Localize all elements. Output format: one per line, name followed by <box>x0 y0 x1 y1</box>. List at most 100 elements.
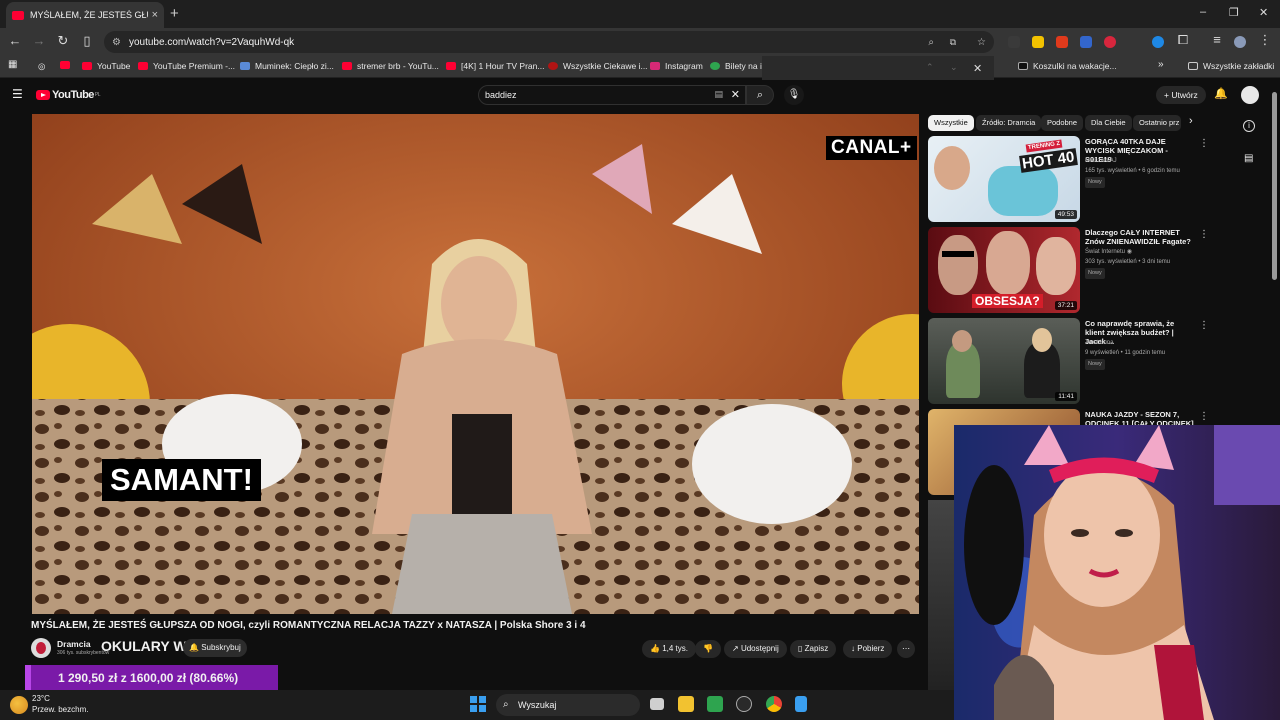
chat-icon[interactable]: ▤ <box>1244 153 1253 164</box>
tab-search-icon[interactable]: ≡ <box>1208 32 1226 47</box>
account-avatar[interactable] <box>1241 86 1259 104</box>
filter-chip-source[interactable]: Źródło: Dramcia <box>976 115 1042 131</box>
share-button[interactable]: ↗ Udostępnij <box>724 640 787 658</box>
related-menu-icon[interactable]: ⋮ <box>1199 411 1209 422</box>
related-channel[interactable]: Trust Luna <box>1085 339 1195 348</box>
related-thumbnail[interactable]: 11:41 <box>928 318 1080 404</box>
related-thumbnail[interactable]: TRENING Z HOT 40 49:53 <box>928 136 1080 222</box>
weather-icon[interactable] <box>10 696 28 714</box>
extension-icon[interactable] <box>1104 36 1116 48</box>
video-player[interactable]: CANAL+ SAMANT! <box>32 114 919 614</box>
find-prev-icon[interactable]: ⌃ <box>926 62 934 73</box>
related-meta: 165 tys. wyświetleń • 6 godzin temu <box>1085 168 1180 174</box>
dislike-button[interactable]: 👎 <box>695 640 721 658</box>
new-tab-button[interactable]: + <box>170 5 179 22</box>
bookmark-bilety[interactable]: Bilety na i <box>710 61 762 71</box>
bookmark-youtube[interactable] <box>60 61 70 69</box>
voice-search-button[interactable]: 🎙 <box>784 85 804 105</box>
side-panel-icon[interactable]: ▯ <box>78 33 96 49</box>
task-view-icon[interactable] <box>650 698 664 710</box>
related-menu-icon[interactable]: ⋮ <box>1199 229 1209 240</box>
extension-icon[interactable] <box>1152 36 1164 48</box>
taskbar-search[interactable]: ⌕ Wyszukaj <box>496 694 640 716</box>
site-info-icon[interactable]: ⚙ <box>112 37 121 48</box>
bookmark-youtube-premium[interactable]: YouTube Premium -... <box>138 61 235 71</box>
bookmark-star-icon[interactable]: ☆ <box>977 37 986 48</box>
like-button[interactable]: 👍 1,4 tys. <box>642 640 696 658</box>
youtube-header: ☰ YouTube PL baddiez ▤ ✕ ⌕ 🎙 + Utwórz 🔔 <box>0 80 1280 110</box>
install-icon[interactable]: ⧉ <box>950 37 956 48</box>
forward-arrow-icon[interactable]: → <box>30 33 48 48</box>
bookmark-icon: ▯ <box>798 644 805 653</box>
restore-button[interactable]: ❐ <box>1229 6 1239 19</box>
bookmark-muminek[interactable]: Muminek: Ciepło zi... <box>240 61 334 71</box>
more-bookmarks-chevron-icon[interactable]: » <box>1158 59 1164 70</box>
related-channel[interactable]: Mieczaki AJ <box>1085 157 1195 166</box>
more-actions-button[interactable]: ⋯ <box>897 640 915 658</box>
search-input[interactable]: baddiez ▤ ✕ <box>478 85 746 105</box>
channel-avatar[interactable] <box>31 638 51 658</box>
youtube-logo[interactable]: YouTube PL <box>36 89 101 101</box>
file-explorer-icon[interactable] <box>678 696 694 712</box>
related-thumbnail[interactable]: OBSESJA? 37:21 <box>928 227 1080 313</box>
obs-icon[interactable] <box>736 696 752 712</box>
windows-start-icon[interactable] <box>470 696 486 712</box>
close-tab-icon[interactable]: × <box>152 9 158 21</box>
filter-chip-similar[interactable]: Podobne <box>1041 115 1084 131</box>
profile-avatar[interactable] <box>1234 36 1246 48</box>
back-arrow-icon[interactable]: ← <box>6 33 24 48</box>
save-button[interactable]: ▯ Zapisz <box>790 640 837 658</box>
bookmark-youtube[interactable]: YouTube <box>82 61 130 71</box>
download-button[interactable]: ↓ Pobierz <box>843 640 893 658</box>
share-arrow-icon: ↗ <box>732 644 741 653</box>
apps-grid-icon[interactable]: ▦ <box>8 59 17 70</box>
store-icon[interactable] <box>707 696 723 712</box>
chips-next-chevron-icon[interactable]: › <box>1189 115 1193 127</box>
channel-name[interactable]: Dramcia <box>57 639 91 649</box>
find-next-icon[interactable]: ⌄ <box>950 62 958 73</box>
zoom-icon[interactable]: ⌕ <box>928 37 934 48</box>
extension-icon[interactable] <box>1056 36 1068 48</box>
related-menu-icon[interactable]: ⋮ <box>1199 138 1209 149</box>
bookmark-instagram[interactable]: Instagram <box>650 61 703 71</box>
info-icon[interactable]: i <box>1243 120 1255 132</box>
video-frame <box>32 114 919 614</box>
overlay-text: OKULARY W <box>101 638 187 654</box>
bookmark-wszystkie-ciekawe[interactable]: Wszystkie Ciekawe i... <box>548 61 648 71</box>
extension-icon[interactable] <box>1080 36 1092 48</box>
bookmark-stremer-brb[interactable]: stremer brb - YouTu... <box>342 61 439 71</box>
chrome-icon[interactable] <box>766 696 782 712</box>
notepad-icon[interactable] <box>795 696 807 712</box>
new-badge: Nowy <box>1085 268 1105 279</box>
related-title[interactable]: Dlaczego CAŁY INTERNET Znów ZNIENAWIDZIŁ… <box>1085 228 1195 246</box>
reload-icon[interactable]: ↻ <box>54 33 72 49</box>
extension-icon[interactable] <box>1008 36 1020 48</box>
all-bookmarks-folder[interactable]: Wszystkie zakładki <box>1188 61 1274 71</box>
keyboard-icon[interactable]: ▤ <box>714 89 723 100</box>
extension-icon[interactable] <box>1032 36 1044 48</box>
find-close-icon[interactable]: ✕ <box>973 62 982 75</box>
page-scrollbar[interactable] <box>1272 92 1277 280</box>
weather-widget[interactable]: 23°C Przew. bezchm. <box>32 693 88 715</box>
menu-kebab-icon[interactable]: ⋮ <box>1256 32 1274 48</box>
close-window-button[interactable]: ✕ <box>1259 6 1268 19</box>
hamburger-menu-icon[interactable]: ☰ <box>12 87 23 101</box>
subscribe-button[interactable]: 🔔 Subskrybuj <box>183 639 247 657</box>
notifications-bell-icon[interactable]: 🔔 <box>1214 87 1228 100</box>
related-menu-icon[interactable]: ⋮ <box>1199 320 1209 331</box>
filter-chip-recent[interactable]: Ostatnio prz <box>1133 115 1181 131</box>
create-button[interactable]: + Utwórz <box>1156 86 1206 104</box>
search-button[interactable]: ⌕ <box>746 85 774 105</box>
extensions-puzzle-icon[interactable]: ⧠ <box>1174 32 1192 48</box>
bookmark-koszulki[interactable]: Koszulki na wakacje... <box>1018 61 1117 71</box>
minimize-button[interactable]: – <box>1200 6 1206 18</box>
address-bar[interactable]: ⚙ youtube.com/watch?v=2VaquhWd-qk ⌕ ⧉ ☆ <box>104 31 994 53</box>
browser-tab-active[interactable]: MYŚLAŁEM, ŻE JESTEŚ GŁUPSZA × <box>6 2 164 28</box>
clear-search-icon[interactable]: ✕ <box>731 88 740 101</box>
chatgpt-icon[interactable]: ◎ <box>38 61 45 72</box>
broadcaster-logo: CANAL+ <box>826 136 917 160</box>
filter-chip-all[interactable]: Wszystkie <box>928 115 974 131</box>
bookmark-tv-pranks[interactable]: [4K] 1 Hour TV Pran... <box>446 61 544 71</box>
filter-chip-for-you[interactable]: Dla Ciebie <box>1085 115 1132 131</box>
related-channel[interactable]: Świat Internetu ◉ <box>1085 248 1195 257</box>
